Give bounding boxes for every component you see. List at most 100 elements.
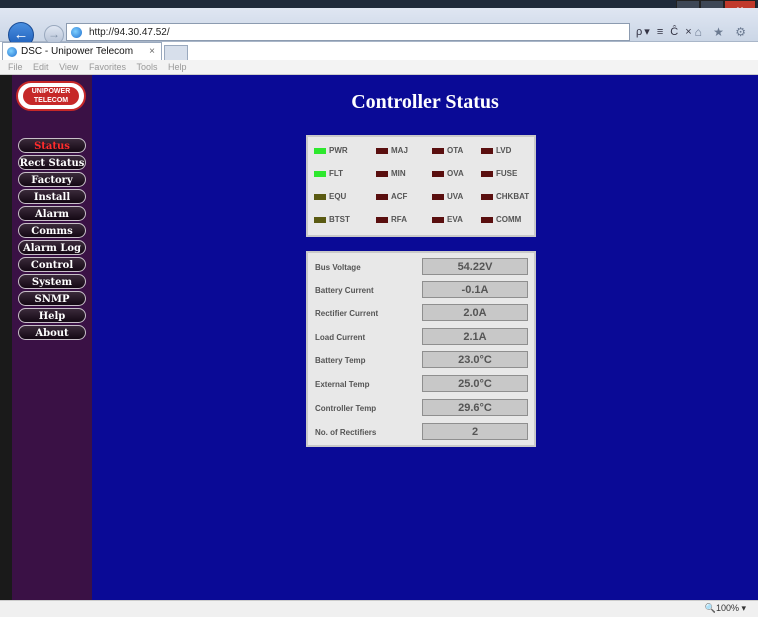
- nav-status[interactable]: Status: [18, 138, 86, 153]
- led-indicator: [481, 216, 493, 223]
- menu-view[interactable]: View: [59, 62, 78, 72]
- alarm-label: OVA: [447, 169, 464, 178]
- alarm-label: UVA: [447, 192, 464, 201]
- led-indicator: [314, 170, 326, 177]
- alarm-lvd: LVD: [481, 146, 511, 155]
- logo-line-1: UNIPOWER: [31, 88, 71, 95]
- menu-help[interactable]: Help: [168, 62, 187, 72]
- led-indicator: [376, 147, 388, 154]
- alarm-label: LVD: [496, 146, 512, 155]
- new-tab-button[interactable]: [164, 45, 188, 61]
- alarm-label: EVA: [447, 215, 463, 224]
- readings-panel: Bus Voltage 54.22V Battery Current -0.1A…: [306, 251, 536, 447]
- alarm-comm: COMM: [481, 215, 521, 224]
- reading-label-rectifier-current: Rectifier Current: [315, 309, 379, 318]
- nav-alarm-config[interactable]: Alarm Config: [18, 206, 86, 235]
- reading-value-battery-current: -0.1A: [422, 281, 528, 298]
- nav-system[interactable]: System: [18, 274, 86, 289]
- browser-status-bar: 🔍100% ▾: [0, 600, 758, 617]
- unipower-logo: UNIPOWER TELECOM: [16, 81, 86, 111]
- site-favicon-icon: [71, 27, 82, 38]
- led-indicator: [432, 170, 444, 177]
- led-indicator: [376, 216, 388, 223]
- tab-favicon-icon: [7, 47, 17, 57]
- alarm-label: EQU: [329, 192, 347, 201]
- reading-label-battery-temp: Battery Temp: [315, 356, 366, 365]
- url-input[interactable]: http://94.30.47.52/: [66, 23, 630, 41]
- nav-help[interactable]: Help: [18, 308, 86, 323]
- alarm-pwr: PWR: [314, 146, 348, 155]
- menu-favorites[interactable]: Favorites: [89, 62, 126, 72]
- reading-value-rectifier-current: 2.0A: [422, 304, 528, 321]
- reading-value-external-temp: 25.0°C: [422, 375, 528, 392]
- led-indicator: [314, 216, 326, 223]
- alarm-maj: MAJ: [376, 146, 408, 155]
- reading-label-load-current: Load Current: [315, 333, 366, 342]
- page-title: Controller Status: [351, 91, 499, 113]
- alarm-label: FLT: [329, 169, 344, 178]
- reading-label-controller-temp: Controller Temp: [315, 404, 377, 413]
- url-text: http://94.30.47.52/: [89, 27, 170, 38]
- menu-edit[interactable]: Edit: [33, 62, 49, 72]
- alarm-label: MIN: [391, 169, 406, 178]
- nav-about[interactable]: About: [18, 325, 86, 340]
- reading-label-bus-voltage: Bus Voltage: [315, 263, 361, 272]
- alarm-flt: FLT: [314, 169, 343, 178]
- logo-line-2: TELECOM: [33, 97, 69, 104]
- led-indicator: [432, 216, 444, 223]
- led-indicator: [481, 147, 493, 154]
- zoom-control[interactable]: 🔍100% ▾: [705, 603, 746, 614]
- window-titlebar: – ▫ x: [0, 0, 758, 20]
- nav-comms[interactable]: Comms: [18, 223, 86, 238]
- reading-label-num-rectifiers: No. of Rectifiers: [315, 428, 377, 437]
- reading-value-controller-temp: 29.6°C: [422, 399, 528, 416]
- tab-close-icon[interactable]: ×: [149, 43, 155, 61]
- alarm-uva: UVA: [432, 192, 463, 201]
- alarm-label: ACF: [391, 192, 408, 201]
- alarm-label: COMM: [496, 215, 522, 224]
- reading-value-battery-temp: 23.0°C: [422, 351, 528, 368]
- reading-value-bus-voltage: 54.22V: [422, 258, 528, 275]
- tab-dsc[interactable]: DSC - Unipower Telecom ×: [2, 42, 162, 60]
- address-tools[interactable]: ρ▾ ≡ Ĉ ×: [636, 25, 694, 38]
- main-content: Controller Status PWR MAJ OTA LVD FLT MI…: [92, 75, 758, 600]
- alarm-chkbat: CHKBAT: [481, 192, 529, 201]
- nav-install[interactable]: Install: [18, 189, 86, 204]
- reading-label-battery-current: Battery Current: [315, 286, 374, 295]
- nav-control[interactable]: Control: [18, 257, 86, 272]
- logo-badge: UNIPOWER TELECOM: [23, 87, 79, 105]
- led-indicator: [481, 193, 493, 200]
- menu-tools[interactable]: Tools: [136, 62, 157, 72]
- alarm-ova: OVA: [432, 169, 464, 178]
- nav-snmp[interactable]: SNMP: [18, 291, 86, 306]
- alarm-min: MIN: [376, 169, 406, 178]
- alarm-label: CHKBAT: [496, 192, 530, 201]
- alarm-eva: EVA: [432, 215, 463, 224]
- alarm-btst: BTST: [314, 215, 350, 224]
- window-left-edge: [0, 75, 12, 616]
- menu-file[interactable]: File: [8, 62, 23, 72]
- led-indicator: [376, 193, 388, 200]
- tab-title: DSC - Unipower Telecom: [21, 46, 134, 57]
- alarm-acf: ACF: [376, 192, 407, 201]
- alarm-label: BTST: [329, 215, 350, 224]
- led-indicator: [314, 193, 326, 200]
- led-indicator: [376, 170, 388, 177]
- nav-alarm-log[interactable]: Alarm Log: [18, 240, 86, 255]
- led-indicator: [432, 147, 444, 154]
- alarm-label: MAJ: [391, 146, 408, 155]
- led-indicator: [481, 170, 493, 177]
- led-indicator: [432, 193, 444, 200]
- reading-value-num-rectifiers: 2: [422, 423, 528, 440]
- alarm-equ: EQU: [314, 192, 346, 201]
- alarm-label: FUSE: [496, 169, 518, 178]
- nav-rect-status[interactable]: Rect Status: [18, 155, 86, 170]
- alarm-fuse: FUSE: [481, 169, 517, 178]
- nav-factory[interactable]: Factory: [18, 172, 86, 187]
- home-favorites-settings-icons[interactable]: ⌂ ★ ⚙: [695, 25, 750, 39]
- alarm-label: RFA: [391, 215, 407, 224]
- reading-value-load-current: 2.1A: [422, 328, 528, 345]
- reading-label-external-temp: External Temp: [315, 380, 370, 389]
- alarm-rfa: RFA: [376, 215, 407, 224]
- alarm-ota: OTA: [432, 146, 463, 155]
